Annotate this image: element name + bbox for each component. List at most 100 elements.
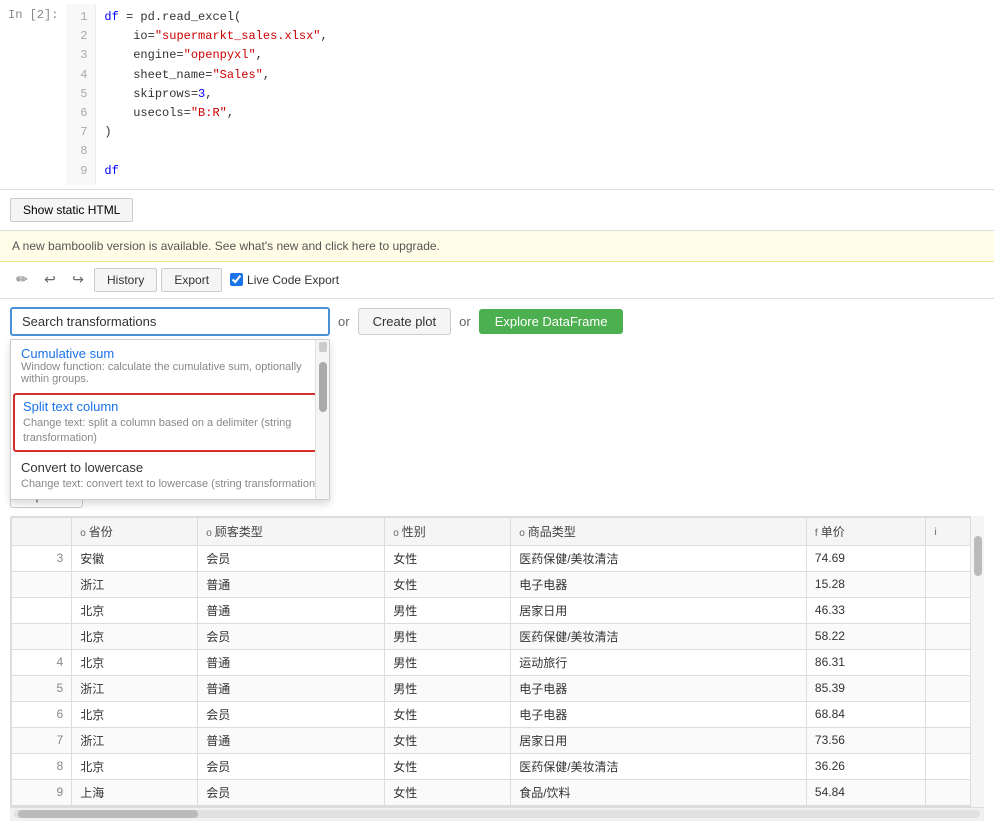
line-numbers: 123456789 — [66, 4, 96, 185]
cell-prodtype: 医药保健/美妆清洁 — [511, 753, 807, 779]
cell-ctype: 普通 — [198, 649, 385, 675]
table-row: 浙江 普通 女性 电子电器 15.28 — [12, 571, 983, 597]
table-row: 北京 普通 男性 居家日用 46.33 — [12, 597, 983, 623]
or-text-2: or — [459, 314, 471, 329]
or-text-1: or — [338, 314, 350, 329]
row-num: 4 — [12, 649, 72, 675]
row-num: 3 — [12, 545, 72, 571]
cell-prodtype: 电子电器 — [511, 701, 807, 727]
create-plot-button[interactable]: Create plot — [358, 308, 452, 335]
scrollbar-thumb-vertical — [974, 536, 982, 576]
cell-price: 85.39 — [806, 675, 926, 701]
cell-province: 北京 — [72, 623, 198, 649]
dropdown-item-desc-cumulative: Window function: calculate the cumulativ… — [21, 361, 319, 385]
cell-ctype: 普通 — [198, 571, 385, 597]
scrollbar-thumb-horizontal — [18, 810, 198, 818]
cell-price: 58.22 — [806, 623, 926, 649]
live-code-area: Live Code Export — [230, 273, 339, 287]
cell-price: 86.31 — [806, 649, 926, 675]
table-row: 4 北京 普通 男性 运动旅行 86.31 — [12, 649, 983, 675]
search-input[interactable] — [10, 307, 330, 336]
dropdown-item-title-lowercase: Convert to lowercase — [21, 460, 319, 475]
cell-province: 北京 — [72, 597, 198, 623]
row-num: 9 — [12, 779, 72, 805]
col-header-gender: o性别 — [385, 517, 511, 545]
cell-gender: 女性 — [385, 727, 511, 753]
table-header-row: o省份 o顾客类型 o性别 o商品类型 f单价 i — [12, 517, 983, 545]
data-table: o省份 o顾客类型 o性别 o商品类型 f单价 i 3 安徽 会员 女性 医药保 — [11, 517, 983, 806]
dropdown-item-cumulative[interactable]: Cumulative sum Window function: calculat… — [11, 340, 329, 391]
code-content: df = pd.read_excel( io="supermarkt_sales… — [96, 4, 994, 185]
cell-price: 36.26 — [806, 753, 926, 779]
horizontal-scrollbar[interactable] — [10, 807, 984, 821]
col-header-province: o省份 — [72, 517, 198, 545]
cell-ctype: 普通 — [198, 597, 385, 623]
cell-price: 73.56 — [806, 727, 926, 753]
cell-gender: 男性 — [385, 649, 511, 675]
live-code-checkbox[interactable] — [230, 273, 243, 286]
history-button[interactable]: History — [94, 268, 157, 292]
dropdown-item-desc-lowercase: Change text: convert text to lowercase (… — [21, 477, 319, 492]
cell-province: 浙江 — [72, 727, 198, 753]
cell-ctype: 普通 — [198, 675, 385, 701]
cell-gender: 男性 — [385, 623, 511, 649]
scroll-track — [14, 810, 980, 818]
undo-icon[interactable]: ↩ — [38, 268, 62, 292]
cell-ctype: 会员 — [198, 623, 385, 649]
data-table-wrap: o省份 o顾客类型 o性别 o商品类型 f单价 i 3 安徽 会员 女性 医药保 — [10, 516, 984, 807]
cell-gender: 女性 — [385, 571, 511, 597]
explore-dataframe-button[interactable]: Explore DataFrame — [479, 309, 624, 334]
dropdown-item-split[interactable]: Split text column Change text: split a c… — [13, 393, 327, 453]
dropdown-item-lowercase[interactable]: Convert to lowercase Change text: conver… — [11, 454, 329, 498]
table-row: 北京 会员 男性 医药保健/美妆清洁 58.22 — [12, 623, 983, 649]
row-num — [12, 597, 72, 623]
cell-prodtype: 运动旅行 — [511, 649, 807, 675]
cell-gender: 女性 — [385, 701, 511, 727]
cell-ctype: 会员 — [198, 753, 385, 779]
cell-prodtype: 医药保健/美妆清洁 — [511, 545, 807, 571]
toolbar: ✏ ↩ ↪ History Export Live Code Export — [0, 262, 994, 299]
row-num: 6 — [12, 701, 72, 727]
cell-prodtype: 医药保健/美妆清洁 — [511, 623, 807, 649]
cell-prodtype: 居家日用 — [511, 597, 807, 623]
cell-province: 北京 — [72, 701, 198, 727]
cell-province: 浙江 — [72, 675, 198, 701]
cell-prodtype: 电子电器 — [511, 571, 807, 597]
cell-ctype: 会员 — [198, 779, 385, 805]
col-header-customer-type: o顾客类型 — [198, 517, 385, 545]
show-static-button[interactable]: Show static HTML — [10, 198, 133, 222]
cell-province: 安徽 — [72, 545, 198, 571]
pencil-icon[interactable]: ✏ — [10, 268, 34, 292]
dropdown-item-desc-split: Change text: split a column based on a d… — [23, 416, 317, 447]
main-content: Cumulative sum Window function: calculat… — [0, 299, 994, 829]
table-row: 8 北京 会员 女性 医药保健/美妆清洁 36.26 — [12, 753, 983, 779]
table-container: o省份 o顾客类型 o性别 o商品类型 f单价 i 3 安徽 会员 女性 医药保 — [10, 516, 984, 821]
cell-price: 74.69 — [806, 545, 926, 571]
search-row: Cumulative sum Window function: calculat… — [10, 307, 984, 336]
cell-prodtype: 食品/饮料 — [511, 779, 807, 805]
col-header-index — [12, 517, 72, 545]
row-num — [12, 571, 72, 597]
redo-icon[interactable]: ↪ — [66, 268, 90, 292]
cell-price: 68.84 — [806, 701, 926, 727]
export-button[interactable]: Export — [161, 268, 222, 292]
notice-bar[interactable]: A new bamboolib version is available. Se… — [0, 231, 994, 262]
row-num: 5 — [12, 675, 72, 701]
cell-gender: 女性 — [385, 779, 511, 805]
live-code-label[interactable]: Live Code Export — [247, 273, 339, 287]
col-header-price: f单价 — [806, 517, 926, 545]
vertical-scrollbar[interactable] — [970, 516, 984, 807]
cell-province: 上海 — [72, 779, 198, 805]
col-header-product-type: o商品类型 — [511, 517, 807, 545]
cell-province: 北京 — [72, 649, 198, 675]
cell-price: 15.28 — [806, 571, 926, 597]
cell-gender: 男性 — [385, 597, 511, 623]
cell-gender: 女性 — [385, 753, 511, 779]
row-num — [12, 623, 72, 649]
table-row: 7 浙江 普通 女性 居家日用 73.56 — [12, 727, 983, 753]
cell-prodtype: 居家日用 — [511, 727, 807, 753]
row-num: 7 — [12, 727, 72, 753]
code-cell: In [2]: 123456789 df = pd.read_excel( io… — [0, 0, 994, 190]
static-btn-area: Show static HTML — [0, 190, 994, 231]
cell-gender: 男性 — [385, 675, 511, 701]
